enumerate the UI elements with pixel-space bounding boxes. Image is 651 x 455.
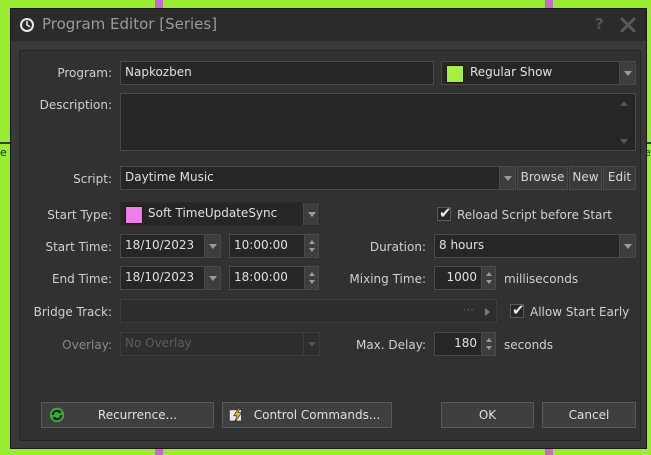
chevron-down-icon[interactable] xyxy=(204,267,220,289)
chevron-down-icon[interactable] xyxy=(303,333,319,355)
start-time-value: 10:00:00 xyxy=(234,238,288,252)
duration-label: Duration: xyxy=(369,240,426,254)
cancel-button[interactable]: Cancel xyxy=(542,402,636,428)
mixing-time-stepper[interactable]: 1000 xyxy=(434,266,496,290)
mixing-time-unit: milliseconds xyxy=(504,272,579,286)
reload-script-label: Reload Script before Start xyxy=(457,208,613,222)
lightning-icon xyxy=(229,407,243,423)
edit-script-button[interactable]: Edit xyxy=(603,166,636,190)
window-title: Program Editor [Series] xyxy=(42,15,218,33)
bridge-track-label: Bridge Track: xyxy=(33,305,112,319)
script-select[interactable]: Daytime Music xyxy=(120,166,516,190)
play-icon[interactable] xyxy=(485,308,490,316)
category-value: Regular Show xyxy=(470,65,553,79)
recurrence-button[interactable]: Recurrence... xyxy=(41,402,214,428)
end-time-stepper[interactable]: 18:00:00 xyxy=(229,266,319,290)
stepper-arrows-icon[interactable] xyxy=(304,235,318,257)
stepper-arrows-icon[interactable] xyxy=(481,333,495,355)
max-delay-label: Max. Delay: xyxy=(355,338,426,352)
stepper-arrows-icon[interactable] xyxy=(481,267,495,289)
start-type-value: Soft TimeUpdateSync xyxy=(148,206,278,220)
background-marker xyxy=(545,0,553,8)
description-textarea[interactable] xyxy=(120,93,636,151)
close-icon[interactable] xyxy=(619,16,637,34)
mixing-time-label: Mixing Time: xyxy=(349,272,426,286)
end-time-value: 18:00:00 xyxy=(234,270,288,284)
start-type-color-swatch xyxy=(125,206,143,224)
scroll-up-icon[interactable] xyxy=(620,101,628,106)
description-label: Description: xyxy=(39,98,112,112)
overlay-value: No Overlay xyxy=(125,336,192,350)
background-marker xyxy=(155,449,163,455)
background-text: e xyxy=(0,146,7,159)
start-type-label: Start Type: xyxy=(47,208,112,222)
ok-button[interactable]: OK xyxy=(441,402,534,428)
end-date-picker[interactable]: 18/10/2023 xyxy=(120,266,221,290)
program-input[interactable]: Napkozben xyxy=(120,61,434,85)
script-label: Script: xyxy=(73,172,112,186)
max-delay-stepper[interactable]: 180 xyxy=(434,332,496,356)
start-time-stepper[interactable]: 10:00:00 xyxy=(229,234,319,258)
scroll-down-icon[interactable] xyxy=(620,139,628,144)
duration-value: 8 hours xyxy=(439,238,485,252)
mixing-time-value: 1000 xyxy=(446,270,477,284)
checkmark-icon: ✔ xyxy=(439,204,452,222)
ellipsis-icon[interactable]: ··· xyxy=(463,303,474,317)
chevron-down-icon[interactable] xyxy=(619,235,635,257)
start-time-label: Start Time: xyxy=(45,240,112,254)
help-button[interactable]: ? xyxy=(595,15,604,33)
bridge-track-input[interactable]: ··· xyxy=(120,299,497,323)
chevron-down-icon[interactable] xyxy=(619,62,635,84)
background-line xyxy=(0,142,10,144)
max-delay-value: 180 xyxy=(454,336,477,350)
control-commands-button[interactable]: Control Commands... xyxy=(222,402,392,428)
end-date-value: 18/10/2023 xyxy=(125,270,195,284)
control-commands-label: Control Commands... xyxy=(253,408,381,422)
start-type-select[interactable]: Soft TimeUpdateSync xyxy=(120,202,320,226)
script-value: Daytime Music xyxy=(125,170,214,184)
allow-start-early-checkbox[interactable]: ✔ xyxy=(510,301,525,319)
category-color-swatch xyxy=(446,65,464,83)
reload-script-checkbox[interactable]: ✔ xyxy=(437,204,452,222)
category-select[interactable]: Regular Show xyxy=(441,61,636,85)
allow-start-early-label: Allow Start Early xyxy=(530,305,630,319)
browse-button[interactable]: Browse xyxy=(517,166,568,190)
checkmark-icon: ✔ xyxy=(512,301,525,319)
start-date-value: 18/10/2023 xyxy=(125,238,195,252)
chevron-down-icon[interactable] xyxy=(499,167,515,189)
new-script-button[interactable]: New xyxy=(569,166,602,190)
program-editor-dialog: Program Editor [Series] ? Program: Napko… xyxy=(10,8,647,449)
background-marker xyxy=(155,0,163,8)
program-label: Program: xyxy=(57,66,112,80)
chevron-down-icon[interactable] xyxy=(204,235,220,257)
title-bar[interactable]: Program Editor [Series] ? xyxy=(11,9,646,41)
recurrence-label: Recurrence... xyxy=(97,408,178,422)
stepper-arrows-icon[interactable] xyxy=(304,267,318,289)
clock-icon xyxy=(20,18,34,32)
recurrence-icon xyxy=(49,407,65,423)
max-delay-unit: seconds xyxy=(504,338,554,352)
background-marker xyxy=(545,449,553,455)
chevron-down-icon[interactable] xyxy=(303,203,319,225)
overlay-select[interactable]: No Overlay xyxy=(120,332,320,356)
duration-select[interactable]: 8 hours xyxy=(434,234,636,258)
end-time-label: End Time: xyxy=(51,272,112,286)
start-date-picker[interactable]: 18/10/2023 xyxy=(120,234,221,258)
form-panel: Program: Napkozben Regular Show Descript… xyxy=(19,50,641,441)
overlay-label: Overlay: xyxy=(62,338,112,352)
